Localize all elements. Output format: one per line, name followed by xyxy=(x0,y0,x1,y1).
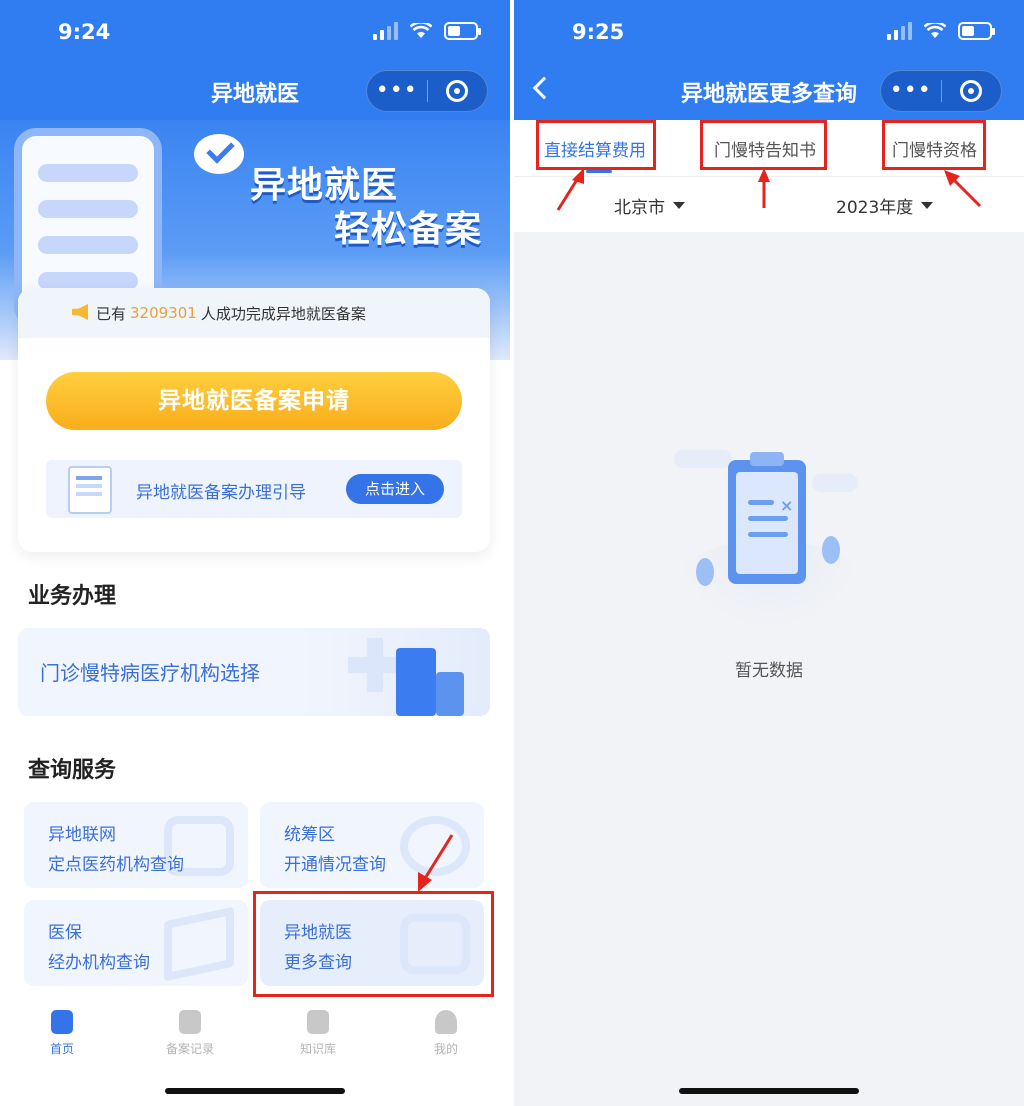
left-screen: 9:24 异地就医 ••• 异地就医 轻松备案 已有 3209301 人成功完成… xyxy=(0,0,510,1106)
right-screen: 9:25 异地就医更多查询 ••• 直接结算费用 门慢特告知书 门慢特资格 北京… xyxy=(514,0,1024,1106)
annotation-arrow xyxy=(418,834,454,892)
annotation-arrows xyxy=(556,168,982,211)
